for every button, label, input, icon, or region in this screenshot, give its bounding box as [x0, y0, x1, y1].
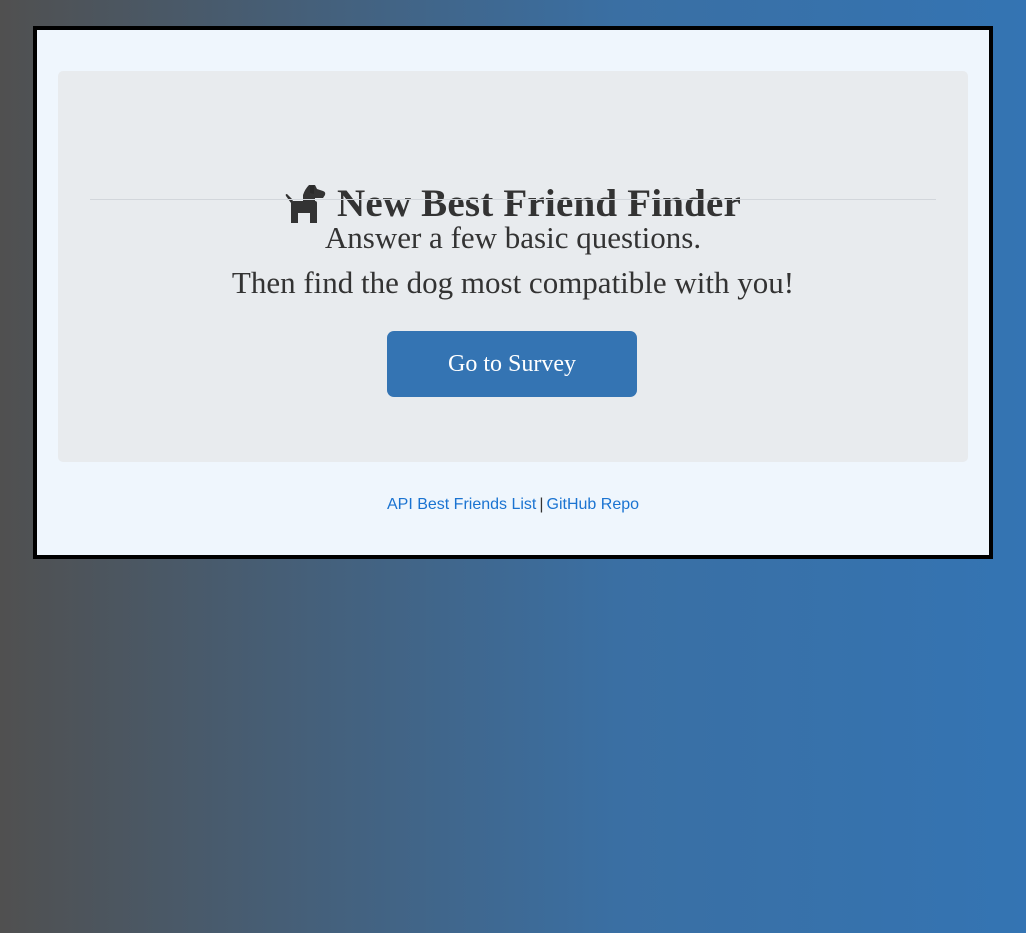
api-best-friends-link[interactable]: API Best Friends List [387, 496, 536, 513]
go-to-survey-button[interactable]: Go to Survey [387, 331, 637, 397]
intro-line-2: Then find the dog most compatible with y… [231, 265, 795, 300]
title-divider [90, 199, 936, 200]
jumbotron: New Best Friend Finder Answer a few basi… [58, 71, 968, 462]
footer-links: API Best Friends List | GitHub Repo [37, 496, 989, 514]
intro-line-1: Answer a few basic questions. [324, 220, 702, 255]
footer-separator: | [539, 496, 544, 513]
github-repo-link[interactable]: GitHub Repo [547, 496, 640, 513]
page-frame: New Best Friend Finder Answer a few basi… [33, 26, 993, 559]
